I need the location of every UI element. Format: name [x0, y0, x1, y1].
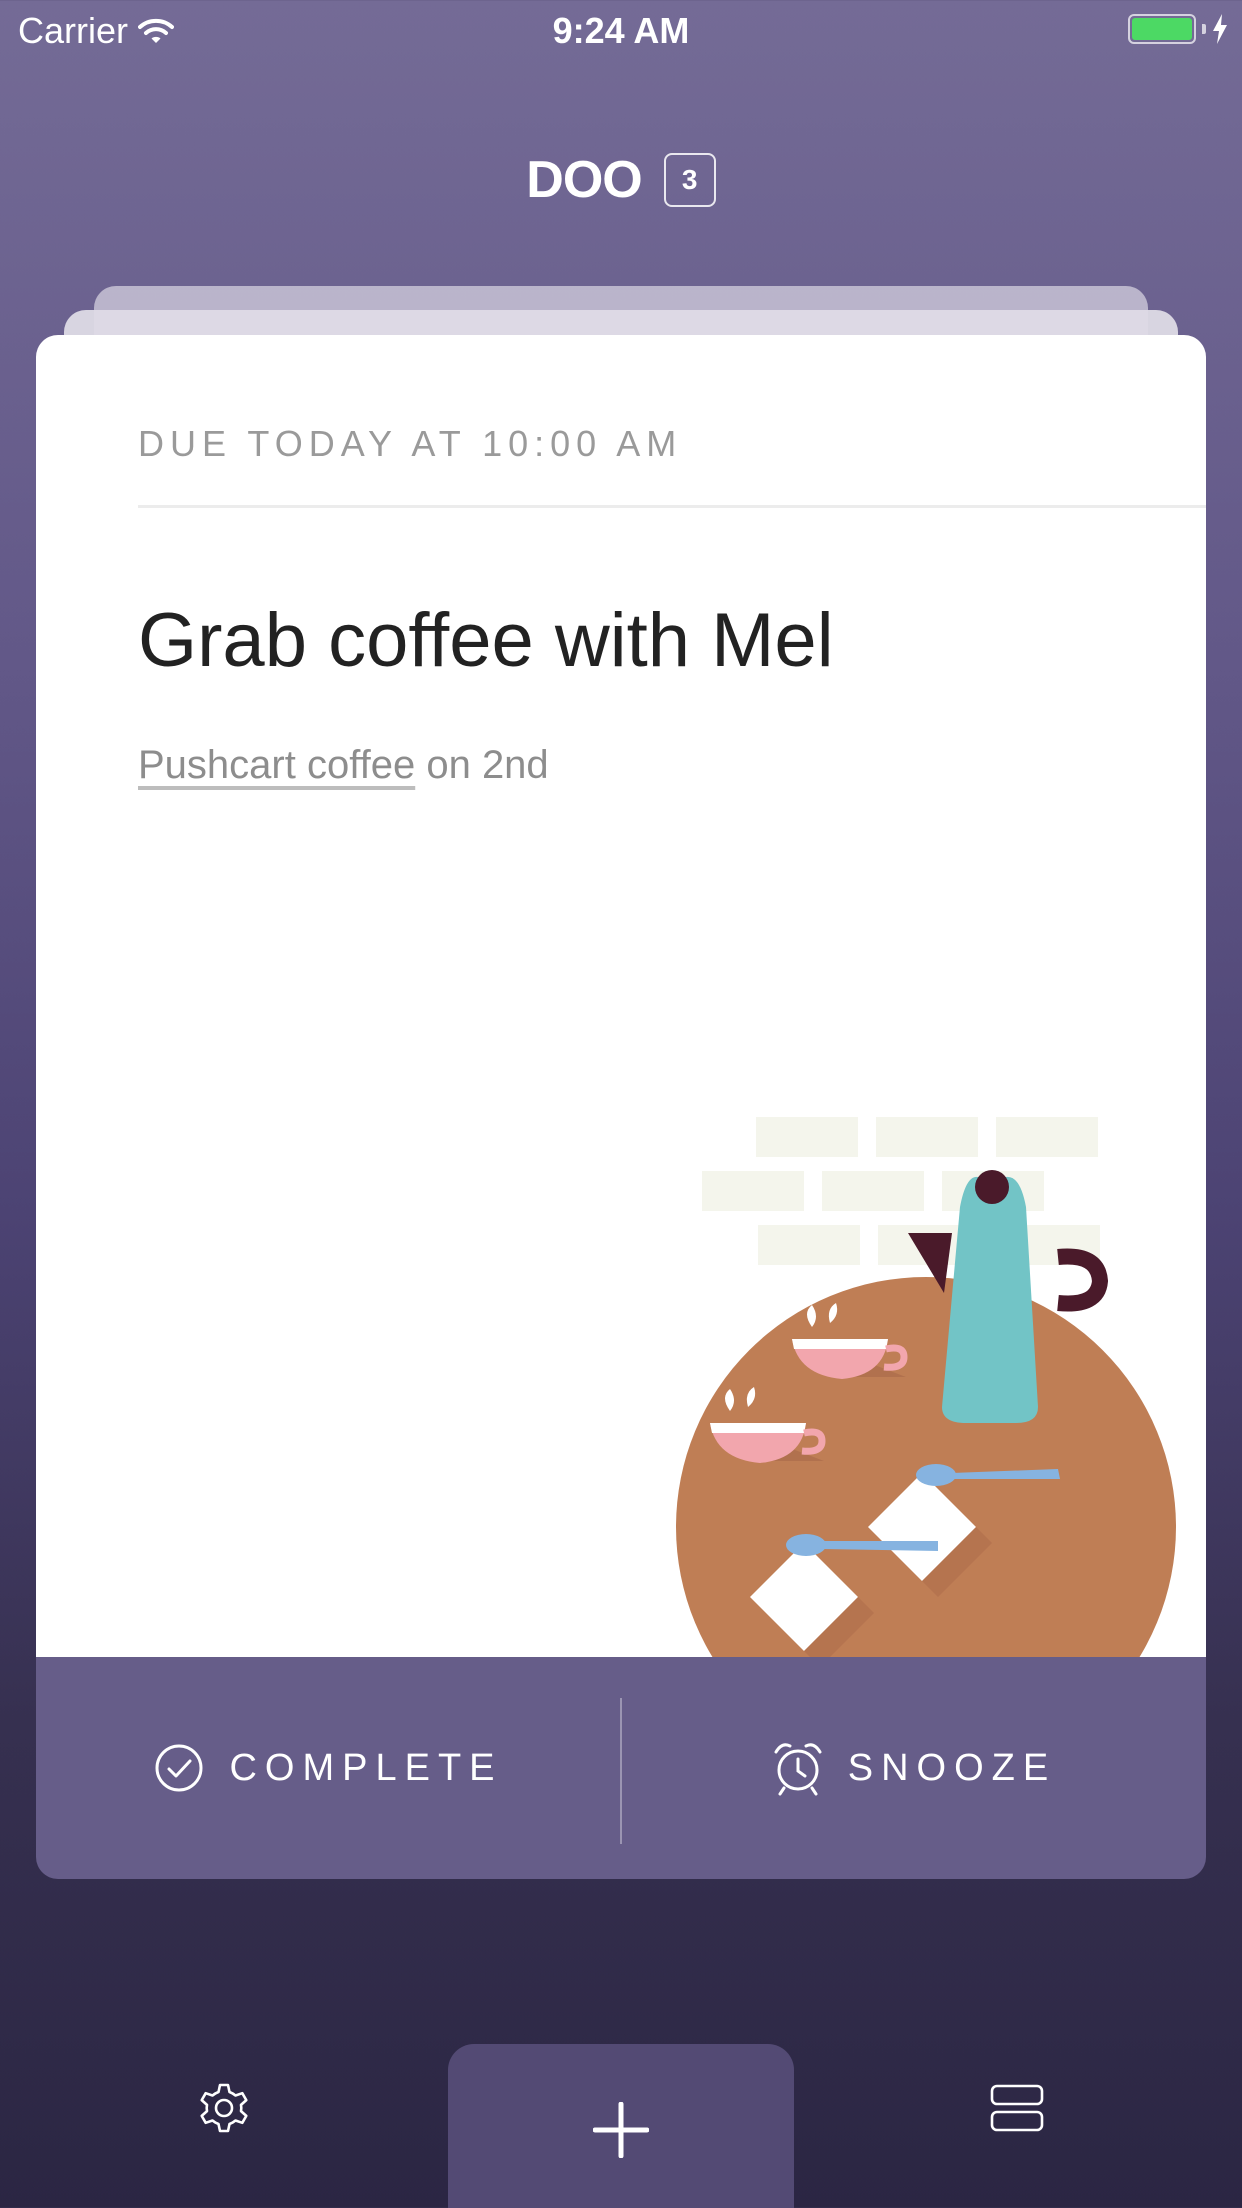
battery-indicator: [1128, 14, 1228, 44]
task-count-badge[interactable]: 3: [663, 153, 716, 207]
alarm-clock-icon: [774, 1743, 822, 1796]
complete-button[interactable]: COMPLETE: [36, 1657, 620, 1879]
card-actions: COMPLETE SNOOZE: [36, 1657, 1206, 1879]
snooze-button[interactable]: SNOOZE: [622, 1657, 1206, 1879]
app-header: DOO 3: [0, 150, 1242, 210]
battery-icon: [1128, 14, 1196, 44]
battery-fill: [1132, 18, 1192, 40]
snooze-label: SNOOZE: [847, 1746, 1057, 1789]
task-card-body[interactable]: DUE TODAY AT 10:00 AM Grab coffee with M…: [36, 335, 1206, 1657]
due-label: DUE TODAY AT 10:00 AM: [138, 423, 683, 464]
brick-wall: [702, 1117, 1100, 1265]
coffee-kettle: [942, 1176, 1038, 1423]
gear-icon[interactable]: [196, 2080, 252, 2136]
coffee-table-illustration: [676, 1117, 1176, 1657]
location-link[interactable]: Pushcart coffee: [138, 743, 415, 787]
status-bar: Carrier 9:24 AM: [0, 0, 1242, 60]
divider: [138, 505, 1206, 508]
task-note-text: on 2nd: [415, 743, 549, 787]
charging-bolt-icon: [1213, 14, 1227, 44]
status-time: 9:24 AM: [552, 10, 690, 51]
plus-icon: [593, 2102, 649, 2158]
task-title: Grab coffee with Mel: [138, 598, 834, 683]
check-circle-icon: [155, 1744, 203, 1792]
app-title: DOO: [526, 151, 642, 209]
complete-label: COMPLETE: [229, 1746, 503, 1789]
task-card[interactable]: DUE TODAY AT 10:00 AM Grab coffee with M…: [36, 335, 1206, 1879]
stack-view-icon[interactable]: [990, 2084, 1044, 2132]
task-note: Pushcart coffee on 2nd: [138, 743, 549, 788]
add-task-button[interactable]: [448, 2044, 794, 2208]
